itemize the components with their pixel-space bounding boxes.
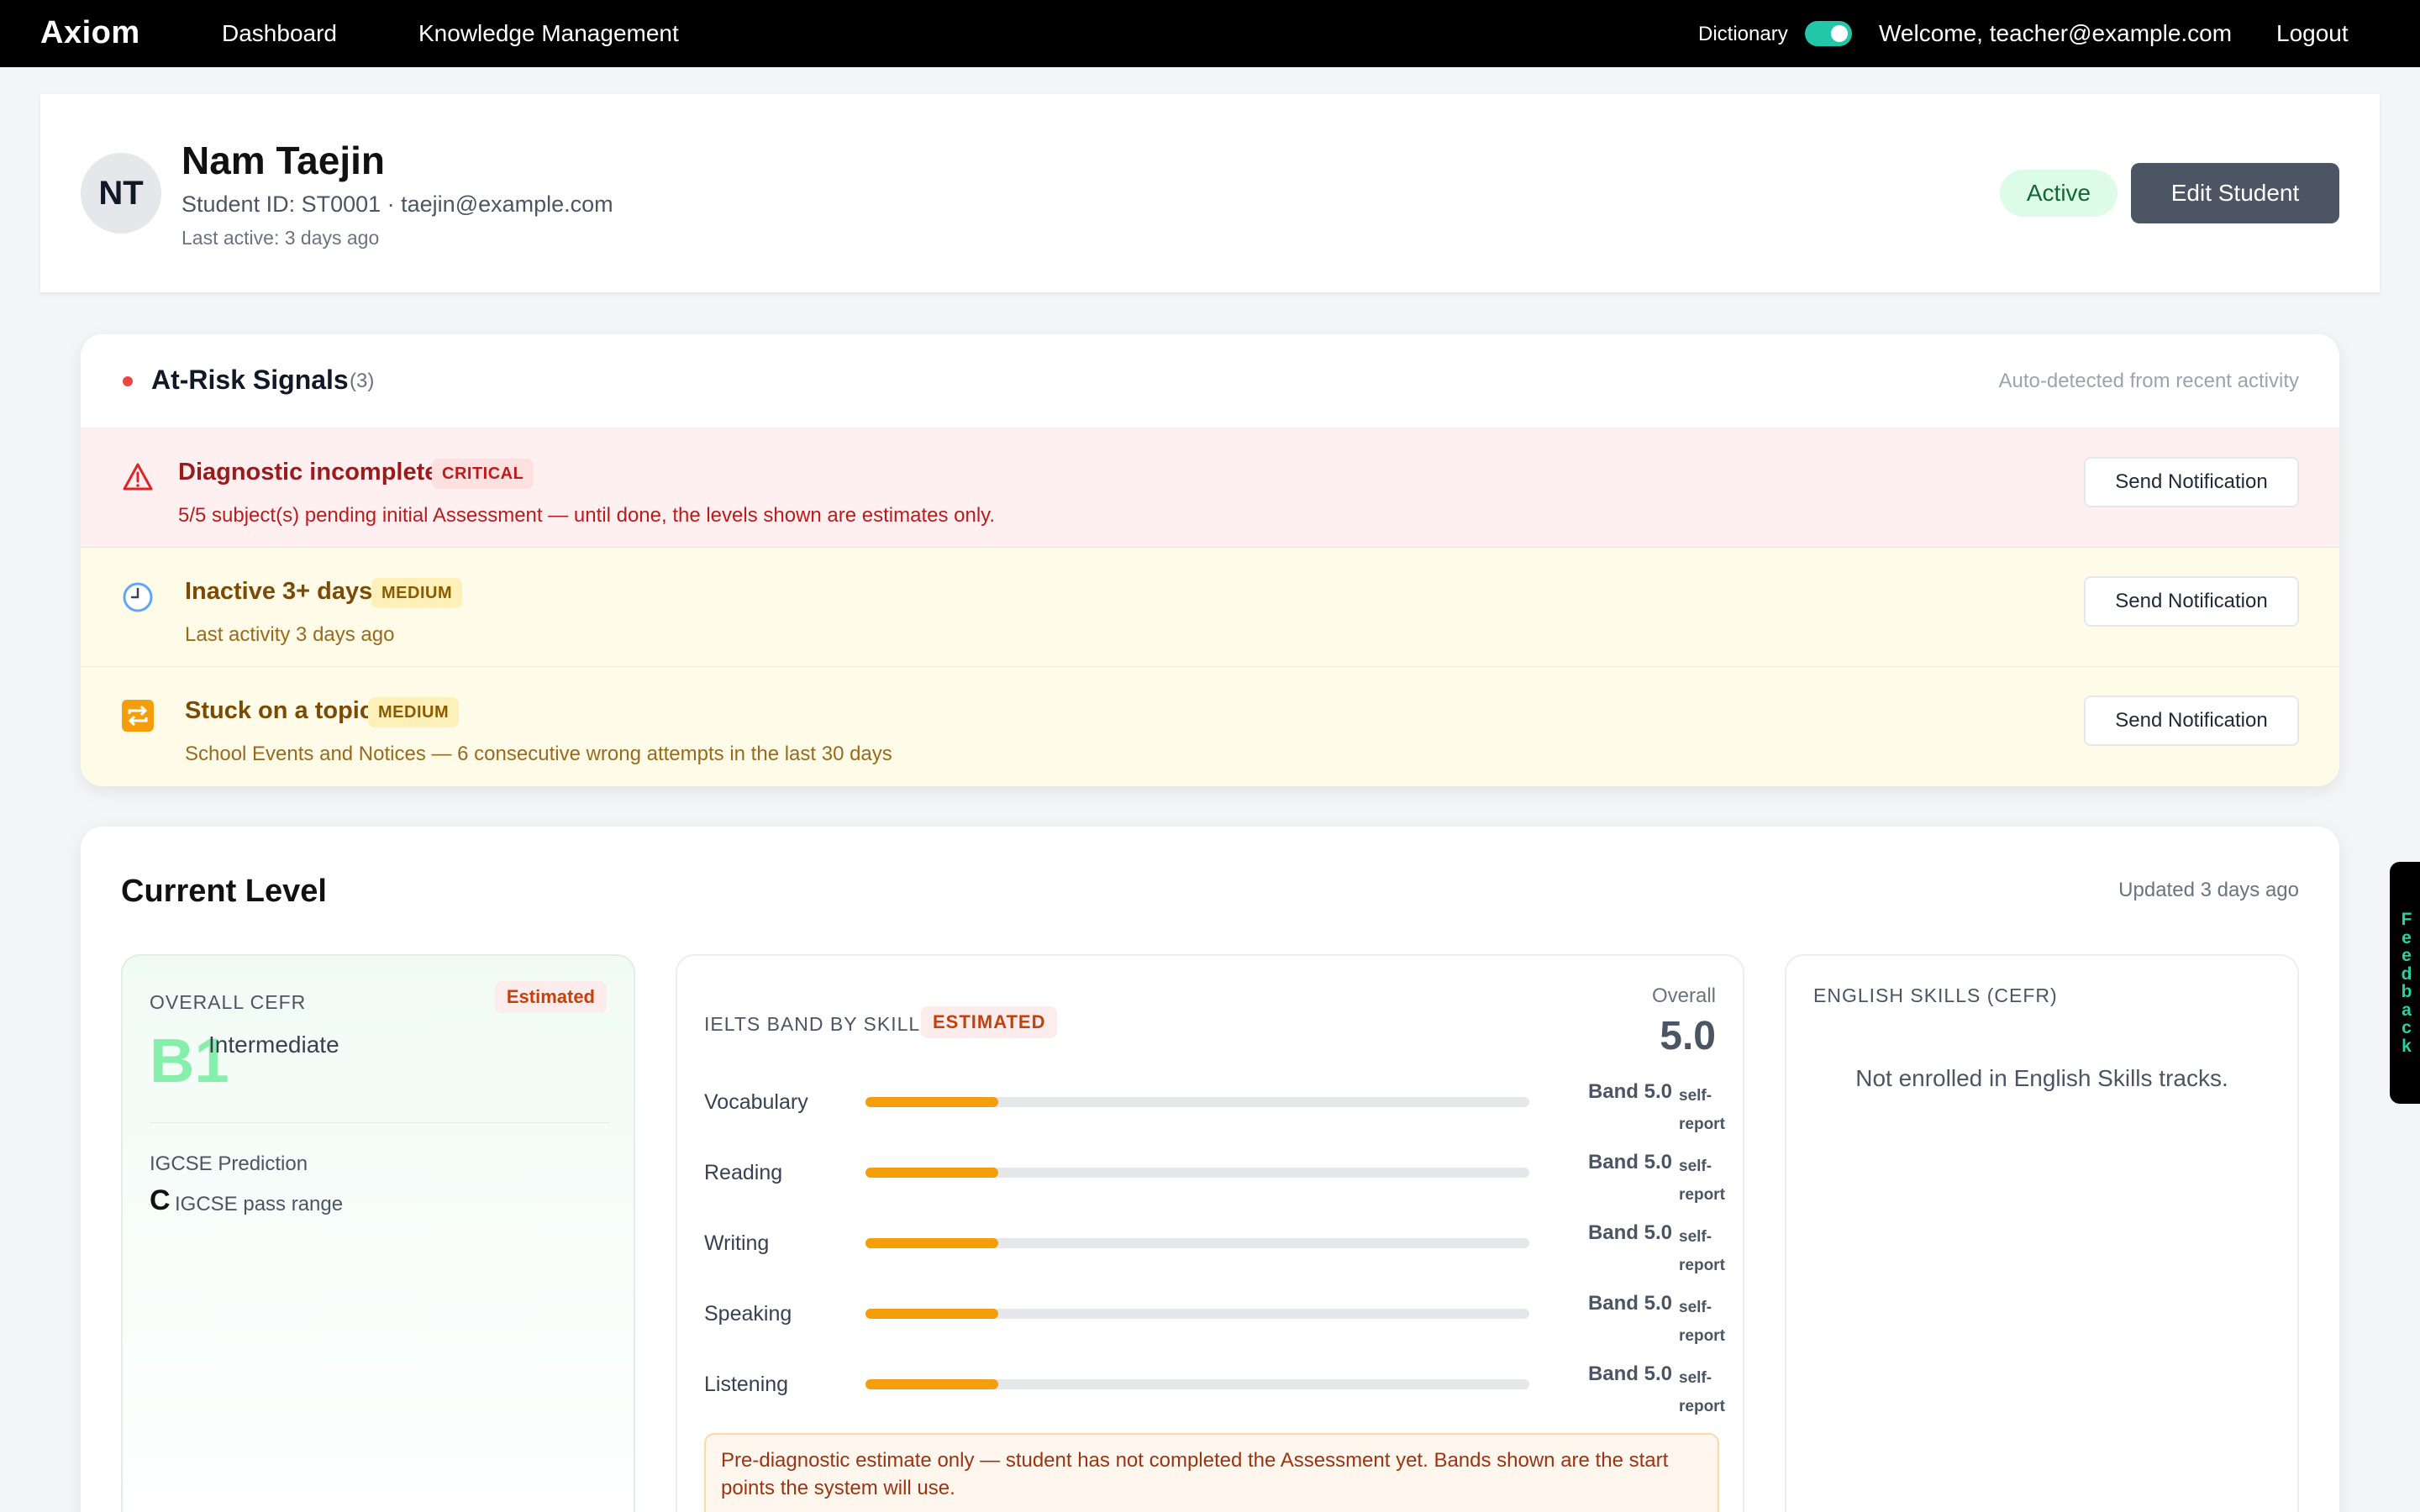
- skill-name: Speaking: [704, 1302, 792, 1326]
- skill-name: Writing: [704, 1231, 770, 1255]
- skill-row-vocabulary: Vocabulary Band 5.0 self-report: [704, 1080, 1725, 1151]
- at-risk-count: (3): [350, 370, 375, 392]
- repeat-icon: [122, 700, 154, 732]
- logo[interactable]: Axiom: [40, 15, 140, 51]
- overall-band: 5.0: [1660, 1014, 1716, 1058]
- english-skills-empty: Not enrolled in English Skills tracks.: [1855, 1065, 2228, 1091]
- current-level-card: Current Level Updated 3 days ago OVERALL…: [81, 827, 2339, 1512]
- feedback-letter: a: [2402, 1000, 2412, 1020]
- risk-signal-title: Inactive 3+ days: [185, 578, 373, 605]
- band-source: self-report: [1679, 1369, 1725, 1415]
- severity-badge: CRITICAL: [432, 459, 534, 489]
- estimated-badge: ESTIMATED: [921, 1006, 1058, 1038]
- band-source: self-report: [1679, 1087, 1725, 1133]
- edit-student-button[interactable]: Edit Student: [2131, 163, 2339, 223]
- estimated-badge: Estimated: [494, 981, 607, 1013]
- at-risk-header: At-Risk Signals (3) Auto-detected from r…: [81, 334, 2339, 428]
- severity-badge: MEDIUM: [371, 578, 463, 608]
- band-bar-fill: [865, 1097, 998, 1107]
- top-nav: Axiom Dashboard Knowledge Management Dic…: [0, 0, 2420, 67]
- band-bar-track: [865, 1168, 1529, 1178]
- last-active: Last active: 3 days ago: [182, 227, 380, 249]
- feedback-letter: c: [2402, 1018, 2412, 1037]
- status-badge: Active: [2000, 170, 2118, 217]
- feedback-tab[interactable]: Feedback: [2390, 862, 2420, 1104]
- send-notification-button[interactable]: Send Notification: [2084, 457, 2299, 507]
- band-bar-fill: [865, 1309, 998, 1319]
- band-source: self-report: [1679, 1299, 1725, 1345]
- band-bar-track: [865, 1309, 1529, 1319]
- band-value: Band 5.0: [1587, 1221, 1672, 1244]
- at-risk-card: At-Risk Signals (3) Auto-detected from r…: [81, 334, 2339, 786]
- pre-diagnostic-note: Pre-diagnostic estimate only — student h…: [704, 1433, 1719, 1512]
- cefr-label: OVERALL CEFR: [150, 991, 307, 1013]
- skill-name: Vocabulary: [704, 1090, 808, 1114]
- severity-badge: MEDIUM: [368, 697, 460, 727]
- feedback-letter: e: [2402, 946, 2412, 965]
- overall-cefr-panel: OVERALL CEFR Estimated B1 Intermediate I…: [121, 954, 635, 1512]
- igcse-range: IGCSE pass range: [175, 1193, 344, 1215]
- nav-link-dashboard[interactable]: Dashboard: [222, 20, 337, 47]
- feedback-letter: d: [2401, 963, 2412, 984]
- band-value: Band 5.0: [1587, 1151, 1672, 1173]
- student-name: Nam Taejin: [182, 139, 385, 182]
- band-source: self-report: [1679, 1158, 1725, 1204]
- band-value: Band 5.0: [1587, 1080, 1672, 1103]
- skill-row-reading: Reading Band 5.0 self-report: [704, 1151, 1725, 1221]
- skill-name: Listening: [704, 1373, 789, 1396]
- risk-signal-desc: 5/5 subject(s) pending initial Assessmen…: [178, 504, 996, 527]
- igcse-prediction-label: IGCSE Prediction: [150, 1152, 308, 1175]
- risk-signal-title: Diagnostic incomplete: [178, 459, 439, 486]
- risk-signal-title: Stuck on a topic: [185, 697, 373, 724]
- cefr-description: Intermediate: [208, 1032, 339, 1058]
- student-header-card: NT Nam Taejin Student ID: ST0001 · taeji…: [40, 94, 2380, 292]
- risk-signal-stuck: Stuck on a topic MEDIUM School Events an…: [81, 667, 2339, 786]
- welcome-text: Welcome, teacher@example.com: [1879, 20, 2233, 46]
- overall-label: Overall: [1651, 984, 1716, 1007]
- skill-row-listening: Listening Band 5.0 self-report: [704, 1362, 1725, 1433]
- band-bar-track: [865, 1238, 1529, 1248]
- risk-signal-desc: School Events and Notices — 6 consecutiv…: [185, 743, 892, 765]
- risk-dot-icon: [123, 376, 133, 386]
- ielts-band-panel: IELTS BAND BY SKILL ESTIMATED Overall 5.…: [676, 954, 1744, 1512]
- at-risk-title: At-Risk Signals: [151, 365, 349, 395]
- igcse-grade: C: [150, 1184, 171, 1216]
- skill-name: Reading: [704, 1161, 783, 1184]
- clock-icon: [123, 582, 153, 612]
- band-source: self-report: [1679, 1228, 1725, 1274]
- divider: [150, 1122, 610, 1123]
- feedback-letter: k: [2402, 1036, 2412, 1056]
- ielts-label: IELTS BAND BY SKILL: [704, 1013, 921, 1035]
- dictionary-label: Dictionary: [1698, 23, 1788, 45]
- band-bar-fill: [865, 1168, 998, 1178]
- band-bar-track: [865, 1097, 1529, 1107]
- at-risk-note: Auto-detected from recent activity: [1998, 370, 2300, 392]
- band-value: Band 5.0: [1587, 1362, 1672, 1385]
- dictionary-toggle[interactable]: [1805, 21, 1852, 46]
- band-bar-fill: [865, 1238, 998, 1248]
- band-value: Band 5.0: [1587, 1292, 1672, 1315]
- english-skills-label: ENGLISH SKILLS (CEFR): [1813, 984, 2058, 1006]
- risk-signal-desc: Last activity 3 days ago: [185, 623, 395, 646]
- skill-row-speaking: Speaking Band 5.0 self-report: [704, 1292, 1725, 1362]
- send-notification-button[interactable]: Send Notification: [2084, 576, 2299, 627]
- feedback-letter: e: [2402, 927, 2412, 948]
- risk-signal-inactive: Inactive 3+ days MEDIUM Last activity 3 …: [81, 548, 2339, 667]
- avatar: NT: [81, 153, 161, 234]
- band-bar-track: [865, 1379, 1529, 1389]
- warning-triangle-icon: [123, 463, 153, 491]
- current-level-title: Current Level: [121, 874, 327, 909]
- feedback-letter: b: [2401, 982, 2412, 1001]
- skill-row-writing: Writing Band 5.0 self-report: [704, 1221, 1725, 1292]
- risk-signal-diagnostic: Diagnostic incomplete CRITICAL 5/5 subje…: [81, 428, 2339, 548]
- student-id-email: Student ID: ST0001 · taejin@example.com: [182, 192, 613, 217]
- band-bar-fill: [865, 1379, 998, 1389]
- logout-link[interactable]: Logout: [2276, 20, 2349, 47]
- english-skills-panel: ENGLISH SKILLS (CEFR) Not enrolled in En…: [1785, 954, 2299, 1512]
- level-updated: Updated 3 days ago: [2118, 879, 2299, 901]
- nav-link-knowledge-management[interactable]: Knowledge Management: [418, 20, 679, 47]
- feedback-letter: F: [2401, 910, 2412, 929]
- send-notification-button[interactable]: Send Notification: [2084, 696, 2299, 746]
